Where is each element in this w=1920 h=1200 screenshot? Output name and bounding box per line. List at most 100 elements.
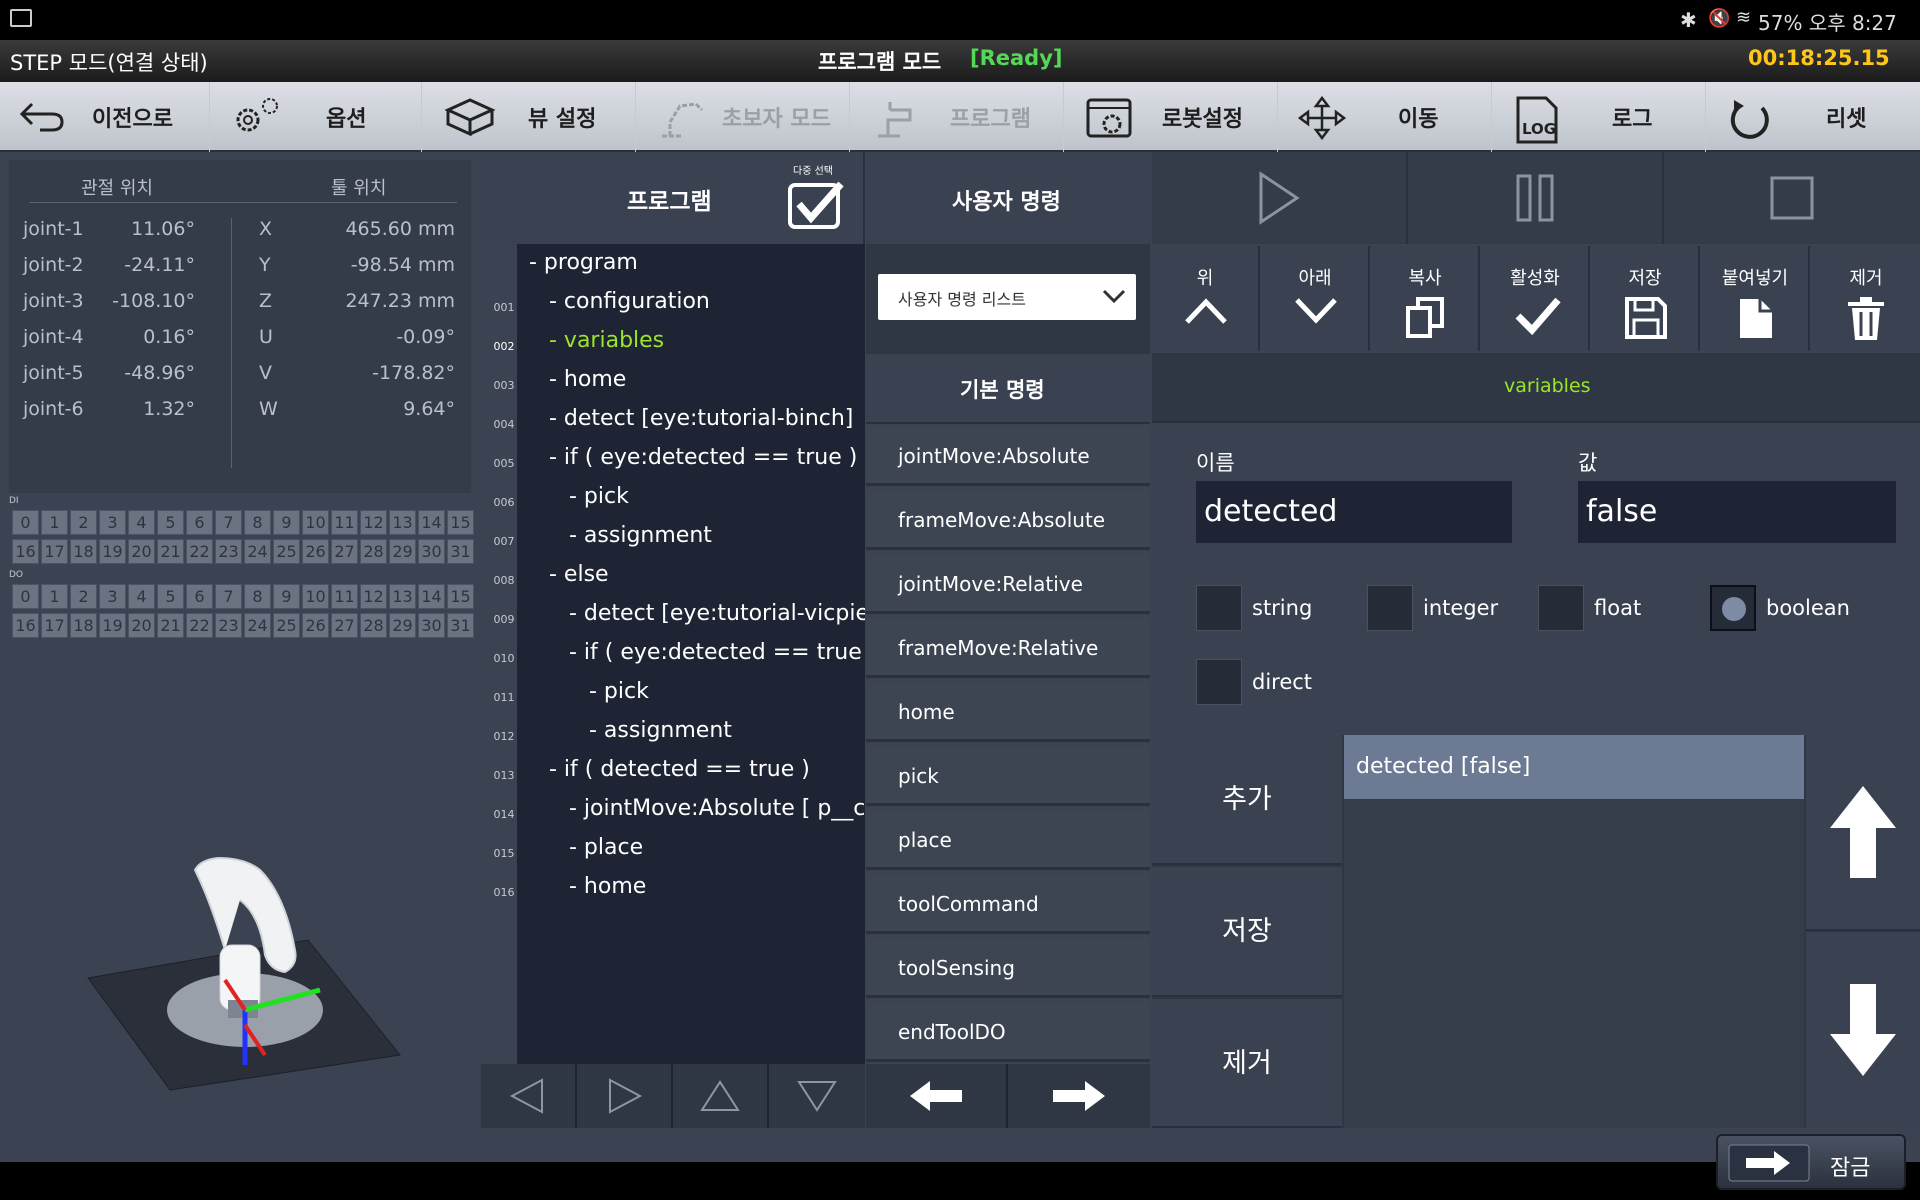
program-tree[interactable]: - program - configuration - variables - hom…	[517, 244, 865, 1064]
paste-button[interactable]: 붙여넣기	[1702, 246, 1810, 351]
command-item[interactable]: toolCommand	[866, 874, 1150, 934]
program-nav-bar	[481, 1064, 865, 1128]
line-number: 002	[493, 340, 515, 353]
program-line[interactable]: - else	[549, 562, 609, 587]
nav-down-button[interactable]	[769, 1064, 865, 1128]
type-float-checkbox[interactable]	[1538, 585, 1584, 631]
paste-icon	[1740, 299, 1772, 338]
command-prev-button[interactable]	[866, 1064, 1008, 1128]
io-cell: 21	[157, 613, 184, 638]
activate-button[interactable]: 활성화	[1482, 246, 1590, 351]
io-cell: 17	[41, 539, 68, 564]
name-input[interactable]: detected	[1196, 481, 1512, 543]
line-number: 004	[493, 418, 515, 431]
save-edit-button[interactable]: 저장	[1592, 246, 1700, 351]
joint-name: joint-6	[23, 398, 84, 420]
pause-button[interactable]	[1408, 152, 1664, 244]
command-item[interactable]: frameMove:Absolute	[866, 490, 1150, 550]
nav-left-button[interactable]	[481, 1064, 577, 1128]
program-line[interactable]: - configuration	[549, 289, 710, 314]
program-line[interactable]: - program	[529, 250, 638, 275]
program-button[interactable]: 프로그램	[852, 82, 1064, 152]
user-command-header: 사용자 명령	[866, 152, 1150, 244]
program-line[interactable]: - home	[569, 874, 646, 899]
command-item[interactable]: home	[866, 682, 1150, 742]
command-next-button[interactable]	[1008, 1064, 1150, 1128]
command-item[interactable]: jointMove:Absolute	[866, 426, 1150, 486]
robot-settings-button[interactable]: 로봇설정	[1066, 82, 1278, 152]
pause-icon	[1516, 174, 1554, 222]
lock-button[interactable]: 잠금	[1716, 1134, 1906, 1190]
cube-icon	[444, 98, 496, 136]
command-nav-bar	[866, 1064, 1150, 1128]
stop-button[interactable]	[1664, 152, 1920, 244]
nav-right-button[interactable]	[577, 1064, 673, 1128]
log-button[interactable]: LOG 로그	[1494, 82, 1706, 152]
command-item[interactable]: endToolDO	[866, 1002, 1150, 1062]
line-number: 003	[493, 379, 515, 392]
io-cell: 13	[389, 584, 416, 609]
value-input[interactable]: false	[1578, 481, 1896, 543]
command-item[interactable]: toolSensing	[866, 938, 1150, 998]
io-cell: 19	[99, 539, 126, 564]
io-cell: 15	[447, 584, 474, 609]
type-boolean-checkbox[interactable]	[1710, 585, 1756, 631]
multi-select-checkbox[interactable]	[787, 180, 845, 230]
io-cell: 9	[273, 510, 300, 535]
list-up-button[interactable]	[1806, 735, 1920, 931]
add-variable-button[interactable]: 추가	[1152, 735, 1342, 865]
move-up-button[interactable]: 위	[1152, 246, 1260, 351]
copy-button[interactable]: 복사	[1372, 246, 1480, 351]
command-item[interactable]: jointMove:Relative	[866, 554, 1150, 614]
io-cell: 11	[331, 510, 358, 535]
joint-value: 11.06°	[131, 218, 195, 240]
save-variable-button[interactable]: 저장	[1152, 867, 1342, 997]
variable-list[interactable]: detected [false]	[1344, 735, 1804, 1128]
io-cell: 8	[244, 510, 271, 535]
reset-button[interactable]: 리셋	[1708, 82, 1920, 152]
robot-arm-icon	[662, 102, 704, 138]
view-settings-button[interactable]: 뷰 설정	[424, 82, 636, 152]
command-item[interactable]: frameMove:Relative	[866, 618, 1150, 678]
program-line[interactable]: - if ( eye:detected == true )	[549, 445, 857, 470]
remove-variable-button[interactable]: 제거	[1152, 999, 1342, 1128]
delete-button[interactable]: 제거	[1812, 246, 1920, 351]
list-down-button[interactable]	[1806, 932, 1920, 1128]
io-cell: 27	[331, 613, 358, 638]
io-cell: 29	[389, 613, 416, 638]
program-line[interactable]: - detect [eye:tutorial-binch]	[549, 406, 853, 431]
program-line[interactable]: - pick	[589, 679, 649, 704]
move-button[interactable]: 이동	[1280, 82, 1492, 152]
play-button[interactable]	[1152, 152, 1408, 244]
program-line[interactable]: - pick	[569, 484, 629, 509]
program-line[interactable]: - home	[549, 367, 626, 392]
program-line[interactable]: - if ( detected == true )	[549, 757, 810, 782]
program-line[interactable]: - place	[569, 835, 643, 860]
triangle-left-icon	[509, 1078, 543, 1114]
io-cell: 20	[128, 613, 155, 638]
joint-value: -48.96°	[124, 362, 195, 384]
command-item[interactable]: place	[866, 810, 1150, 870]
io-cell: 25	[273, 539, 300, 564]
io-cell: 31	[447, 613, 474, 638]
nav-up-button[interactable]	[673, 1064, 769, 1128]
type-string-checkbox[interactable]	[1196, 585, 1242, 631]
program-line[interactable]: - assignment	[569, 523, 712, 548]
arrow-up-icon	[1830, 786, 1896, 878]
type-direct-checkbox[interactable]	[1196, 659, 1242, 705]
program-line[interactable]: - detect [eye:tutorial-vicpie]	[569, 601, 865, 626]
options-button[interactable]: 옵션	[212, 82, 422, 152]
variable-list-item[interactable]: detected [false]	[1344, 735, 1804, 799]
program-line[interactable]: - variables	[549, 328, 664, 353]
type-integer-checkbox[interactable]	[1367, 585, 1413, 631]
command-item[interactable]: pick	[866, 746, 1150, 806]
beginner-mode-button[interactable]: 초보자 모드	[638, 82, 850, 152]
settings-window-icon	[1086, 98, 1132, 138]
move-down-button[interactable]: 아래	[1262, 246, 1370, 351]
back-button[interactable]: 이전으로	[0, 82, 210, 152]
program-line[interactable]: - assignment	[589, 718, 732, 743]
reset-icon	[1730, 100, 1769, 139]
program-line[interactable]: - if ( eye:detected == true )	[569, 640, 865, 665]
program-line[interactable]: - jointMove:Absolute [ p__copy	[569, 796, 865, 821]
user-command-dropdown[interactable]: 사용자 명령 리스트	[878, 274, 1136, 320]
